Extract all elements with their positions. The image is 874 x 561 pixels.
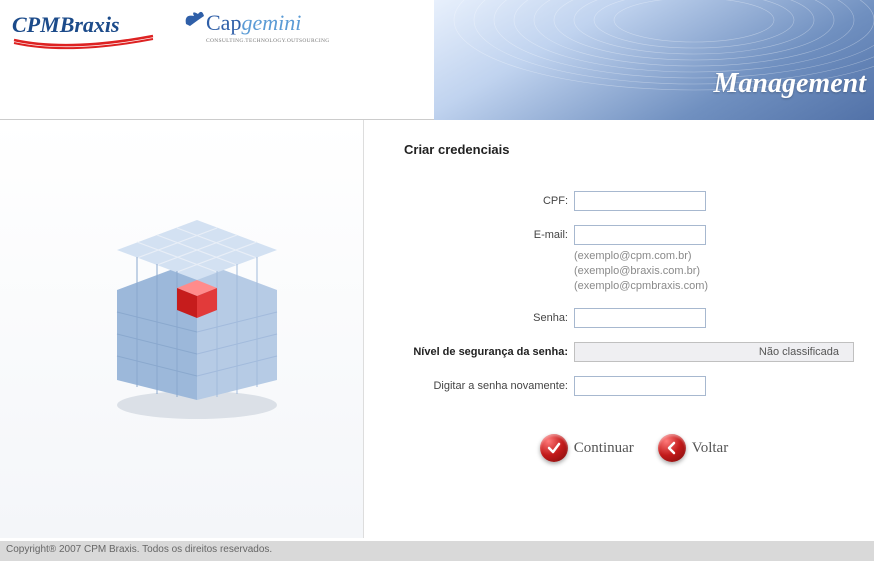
content: Criar credenciais CPF: E-mail: (exemplo@… bbox=[0, 120, 874, 538]
footer: Copyright® 2007 CPM Braxis. Todos os dir… bbox=[0, 541, 874, 561]
email-hint: (exemplo@cpm.com.br) (exemplo@braxis.com… bbox=[574, 249, 854, 294]
logos: CPMBraxis Capgemini CONSULTING.TECHNOLOG… bbox=[8, 6, 356, 61]
cpmbraxis-logo: CPMBraxis bbox=[8, 6, 158, 61]
wave-graphic bbox=[434, 0, 874, 120]
senha-repeat-input[interactable] bbox=[574, 376, 706, 396]
row-senha: Senha: bbox=[404, 308, 864, 328]
row-strength: Nível de segurança da senha: Não classif… bbox=[404, 342, 864, 362]
row-email: E-mail: (exemplo@cpm.com.br) (exemplo@br… bbox=[404, 225, 864, 294]
row-repeat: Digitar a senha novamente: bbox=[404, 376, 864, 396]
header: CPMBraxis Capgemini CONSULTING.TECHNOLOG… bbox=[0, 0, 874, 120]
email-label: E-mail: bbox=[404, 225, 574, 245]
repeat-label: Digitar a senha novamente: bbox=[404, 376, 574, 396]
strength-value: Não classificada bbox=[759, 346, 839, 358]
form-panel: Criar credenciais CPF: E-mail: (exemplo@… bbox=[364, 120, 874, 538]
page-title: Criar credenciais bbox=[404, 142, 864, 157]
capgemini-logo: Capgemini CONSULTING.TECHNOLOGY.OUTSOURC… bbox=[176, 6, 356, 61]
senha-label: Senha: bbox=[404, 308, 574, 328]
cpf-input[interactable] bbox=[574, 191, 706, 211]
email-input[interactable] bbox=[574, 225, 706, 245]
strength-label: Nível de segurança da senha: bbox=[404, 342, 574, 362]
voltar-button[interactable]: Voltar bbox=[658, 434, 728, 462]
voltar-label: Voltar bbox=[692, 440, 728, 457]
row-cpf: CPF: bbox=[404, 191, 864, 211]
continuar-button[interactable]: Continuar bbox=[540, 434, 634, 462]
button-row: Continuar Voltar bbox=[404, 434, 864, 462]
back-arrow-icon bbox=[658, 434, 686, 462]
header-banner: Management bbox=[434, 0, 874, 120]
password-strength-indicator: Não classificada bbox=[574, 342, 854, 362]
svg-text:CONSULTING.TECHNOLOGY.OUTSOURC: CONSULTING.TECHNOLOGY.OUTSOURCING bbox=[206, 38, 330, 44]
cube-illustration bbox=[92, 200, 302, 430]
cpf-label: CPF: bbox=[404, 191, 574, 211]
senha-input[interactable] bbox=[574, 308, 706, 328]
check-icon bbox=[540, 434, 568, 462]
continuar-label: Continuar bbox=[574, 440, 634, 457]
header-title: Management bbox=[714, 68, 866, 100]
left-panel bbox=[0, 120, 364, 538]
svg-text:Capgemini: Capgemini bbox=[206, 10, 301, 35]
svg-text:CPMBraxis: CPMBraxis bbox=[12, 12, 120, 37]
